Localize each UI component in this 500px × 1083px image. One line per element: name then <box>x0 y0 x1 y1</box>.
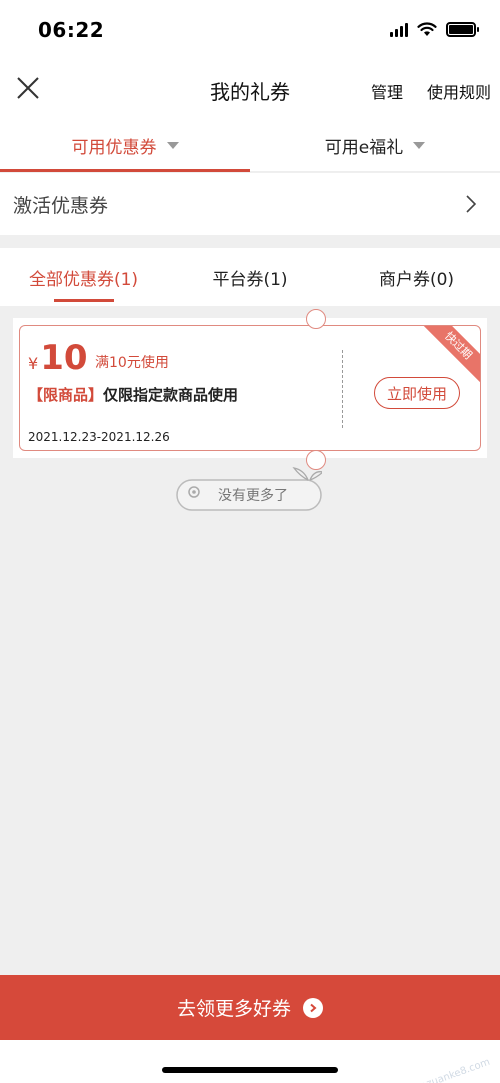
coupon-condition: 满10元使用 <box>95 355 169 371</box>
tab-all-coupons[interactable]: 全部优惠券(1) <box>0 248 167 306</box>
home-indicator <box>162 1067 338 1073</box>
coupon-amount: 10 <box>40 338 88 378</box>
usage-rules-button[interactable]: 使用规则 <box>427 79 491 103</box>
tab-available-e-gifts[interactable]: 可用e福礼 <box>250 118 500 172</box>
activate-coupon-label: 激活优惠券 <box>13 194 109 217</box>
get-more-coupons-label: 去领更多好券 <box>176 998 291 1020</box>
wifi-icon <box>417 22 437 36</box>
signal-icon <box>390 22 408 37</box>
manage-button[interactable]: 管理 <box>371 79 403 103</box>
coupon-value: ¥ 10 <box>28 338 88 378</box>
coupon-filter-tabs: 全部优惠券(1) 平台券(1) 商户券(0) <box>0 248 500 306</box>
activate-coupon-row[interactable]: 激活优惠券 <box>0 173 500 235</box>
chevron-right-icon <box>466 195 476 213</box>
tab-merchant-coupons[interactable]: 商户券(0) <box>333 248 500 306</box>
page-title: 我的礼券 <box>210 80 290 104</box>
active-filter-indicator <box>54 299 114 302</box>
coupon-scope: 【限商品】仅限指定款商品使用 <box>28 384 238 405</box>
tab-available-coupons[interactable]: 可用优惠券 <box>0 118 250 172</box>
caret-down-icon <box>166 141 179 149</box>
tab-platform-coupons[interactable]: 平台券(1) <box>167 248 333 306</box>
status-icons <box>390 22 479 37</box>
coupon-validity-dates: 2021.12.23-2021.12.26 <box>28 430 170 444</box>
tab-label: 可用优惠券 <box>71 137 157 158</box>
tab-label: 可用e福礼 <box>324 137 404 158</box>
arrow-right-circle-icon <box>303 997 323 1018</box>
currency-symbol: ¥ <box>28 354 39 373</box>
caret-down-icon <box>413 141 426 149</box>
status-bar: 06:22 <box>0 0 500 62</box>
nav-bar: 我的礼券 管理 使用规则 <box>0 62 500 118</box>
use-now-button[interactable]: 立即使用 <box>374 377 460 409</box>
battery-icon <box>446 22 479 37</box>
coupon-card-container: ¥ 10 满10元使用 【限商品】仅限指定款商品使用 2021.12.23-20… <box>13 318 487 458</box>
coupon-divider <box>342 350 343 428</box>
active-tab-indicator <box>0 169 250 172</box>
coupon-notch-top <box>306 309 326 329</box>
no-more-text: 没有更多了 <box>218 488 288 504</box>
coupon-scope-tag: 【限商品】 <box>28 386 104 404</box>
status-time: 06:22 <box>38 18 105 42</box>
coupon-card[interactable]: ¥ 10 满10元使用 【限商品】仅限指定款商品使用 2021.12.23-20… <box>19 325 481 451</box>
coupon-scope-text: 仅限指定款商品使用 <box>103 386 239 404</box>
coupon-type-tabs: 可用优惠券 可用e福礼 <box>0 118 500 172</box>
get-more-coupons-button[interactable]: 去领更多好券 <box>0 975 500 1040</box>
